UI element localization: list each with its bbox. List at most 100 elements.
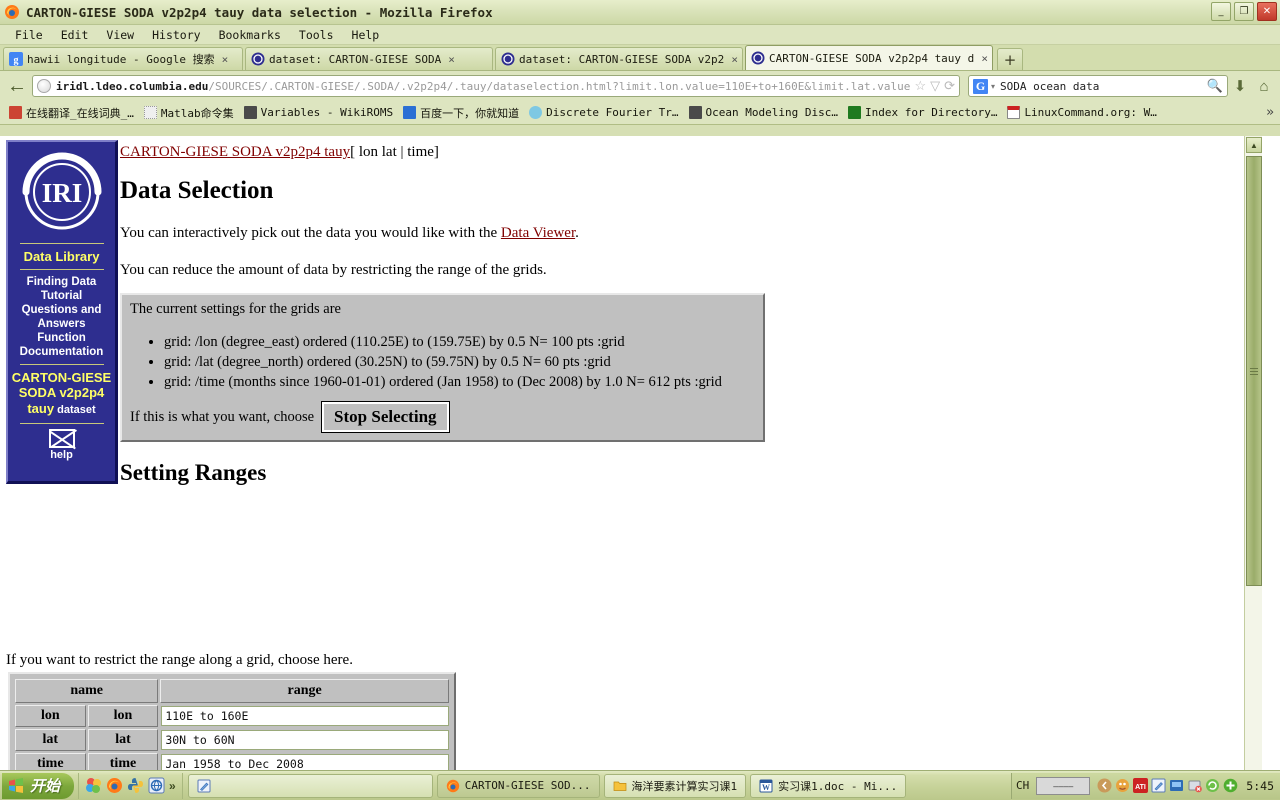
bookmark-item-0[interactable]: 在线翻译_在线词典_… — [4, 105, 139, 121]
scroll-up-arrow-icon[interactable]: ▲ — [1246, 137, 1262, 153]
bookmark-item-4[interactable]: Discrete Fourier Tr… — [524, 106, 683, 119]
breadcrumb: CARTON-GIESE SODA v2p2p4 tauy[ lon lat |… — [120, 136, 1262, 161]
bookmark-item-7[interactable]: LinuxCommand.org: W… — [1002, 106, 1161, 119]
tab-label: dataset: CARTON-GIESE SODA — [269, 52, 442, 66]
sidebar-divider — [19, 269, 104, 270]
new-tab-button[interactable]: + — [997, 48, 1023, 70]
tab-close-icon[interactable]: × — [731, 53, 738, 66]
sidebar-dataset-line3[interactable]: tauy dataset — [8, 400, 115, 418]
tab-close-icon[interactable]: × — [981, 52, 988, 65]
task-button-firefox[interactable]: CARTON-GIESE SOD... — [436, 773, 600, 798]
tab-data-selection[interactable]: CARTON-GIESE SODA v2p2p4 tauy da… × — [745, 45, 993, 70]
chevron-down-icon[interactable]: ▽ — [930, 78, 940, 94]
media-player-icon[interactable] — [85, 777, 102, 794]
envelope-icon[interactable] — [48, 429, 75, 448]
menu-bookmarks[interactable]: Bookmarks — [210, 28, 290, 42]
scrollbar-thumb[interactable] — [1246, 156, 1262, 586]
tray-network-icon[interactable] — [1169, 778, 1184, 793]
scrollbar-grip-icon — [1250, 366, 1258, 377]
google-search-icon[interactable]: G — [973, 78, 988, 94]
bookmark-item-5[interactable]: Ocean Modeling Disc… — [684, 106, 843, 119]
bookmark-star-icon[interactable]: ☆ — [914, 78, 926, 94]
table-header-row: name range — [15, 679, 449, 703]
tray-ati-icon[interactable]: ATI — [1133, 778, 1149, 793]
section-title-setting-ranges: Setting Ranges — [120, 460, 267, 485]
breadcrumb-link[interactable]: CARTON-GIESE SODA v2p2p4 tauy — [120, 144, 350, 160]
tab-label: dataset: CARTON-GIESE SODA v2p2p4 — [519, 52, 725, 66]
row-field-lon — [160, 705, 449, 727]
iri-favicon — [501, 52, 515, 66]
menu-history[interactable]: History — [143, 28, 209, 42]
ime-indicator[interactable]: CH — [1016, 779, 1029, 792]
sidebar-item-tutorial[interactable]: Tutorial — [8, 289, 115, 303]
url-bar[interactable]: iridl.ldeo.columbia.edu/SOURCES/.CARTON-… — [32, 75, 960, 97]
task-button-folder[interactable]: 海洋要素计算实习课1 — [603, 773, 747, 798]
bookmark-item-6[interactable]: Index for Directory… — [843, 106, 1002, 119]
page-scrollbar[interactable]: ▲ — [1244, 136, 1262, 770]
menu-tools[interactable]: Tools — [290, 28, 343, 42]
task-button-label: 海洋要素计算实习课1 — [631, 779, 738, 793]
url-path: /SOURCES/.CARTON-GIESE/.SODA/.v2p2p4/.ta… — [208, 79, 911, 93]
reload-icon[interactable]: ⟳ — [944, 78, 955, 94]
main-document: CARTON-GIESE SODA v2p2p4 tauy[ lon lat |… — [120, 136, 1262, 486]
bookmark-item-2[interactable]: Variables - WikiROMS — [239, 106, 398, 119]
minimize-button[interactable]: _ — [1211, 2, 1231, 21]
tray-collapse-icon[interactable] — [1097, 778, 1112, 793]
start-button-label: 开始 — [30, 779, 61, 795]
back-button-icon[interactable]: ← — [4, 73, 30, 99]
search-icon[interactable]: 🔍 — [1207, 78, 1223, 94]
tab-google-search[interactable]: g hawii longitude - Google 搜索 × — [3, 47, 243, 70]
tray-antivirus-icon[interactable] — [1115, 778, 1130, 793]
menu-help[interactable]: Help — [343, 28, 389, 42]
sidebar-dataset-line2[interactable]: SODA v2p2p4 — [8, 385, 115, 400]
tray-shield-icon[interactable] — [1223, 778, 1238, 793]
sidebar-item-function-documentation[interactable]: Function Documentation — [8, 331, 115, 359]
clock[interactable]: 5:45 — [1246, 779, 1274, 793]
ime-toolbar[interactable]: –––– — [1036, 776, 1091, 795]
data-viewer-link[interactable]: Data Viewer — [501, 225, 575, 241]
task-button-word[interactable]: W 实习课1.doc - Mi... — [750, 773, 907, 798]
start-button[interactable]: 开始 — [2, 772, 75, 799]
bookmark-item-1[interactable]: Matlab命令集 — [139, 105, 239, 121]
download-icon[interactable]: ⬇ — [1228, 77, 1252, 95]
search-bar[interactable]: G ▾ SODA ocean data 🔍 — [968, 75, 1228, 97]
sidebar-help-label[interactable]: help — [8, 449, 115, 461]
page-content: IRI Data Library Finding Data Tutorial Q… — [0, 136, 1262, 770]
tray-removable-disk-icon[interactable] — [1187, 778, 1203, 793]
search-engine-chevron-icon[interactable]: ▾ — [991, 82, 995, 91]
python-icon[interactable] — [127, 777, 144, 794]
search-input[interactable]: SODA ocean data — [1000, 80, 1203, 93]
close-button[interactable]: ✕ — [1257, 2, 1277, 21]
sidebar-item-finding-data[interactable]: Finding Data — [8, 275, 115, 289]
word-icon: W — [759, 779, 773, 793]
firefox-icon[interactable] — [106, 777, 123, 794]
time-range-input[interactable] — [161, 754, 449, 770]
bookmark-label: 百度一下，你就知道 — [420, 106, 520, 120]
tray-pen-icon[interactable] — [1151, 778, 1166, 793]
sidebar-dataset-line1[interactable]: CARTON-GIESE — [8, 370, 115, 385]
browser-icon[interactable] — [148, 777, 165, 794]
iri-logo-icon: IRI — [16, 150, 108, 238]
lat-range-input[interactable] — [161, 730, 449, 750]
row-field-lat — [160, 729, 449, 751]
pen-icon — [197, 779, 211, 793]
tab-close-icon[interactable]: × — [222, 53, 229, 66]
bookmarks-overflow-icon[interactable]: » — [1266, 105, 1280, 120]
tab-close-icon[interactable]: × — [448, 53, 455, 66]
home-icon[interactable]: ⌂ — [1252, 78, 1276, 95]
stop-selecting-button[interactable]: Stop Selecting — [321, 401, 450, 433]
stop-selecting-row: If this is what you want, choose Stop Se… — [130, 401, 755, 433]
quick-launch-overflow-icon[interactable]: » — [169, 779, 176, 793]
lon-range-input[interactable] — [161, 706, 449, 726]
maximize-button[interactable]: ❐ — [1234, 2, 1254, 21]
menu-edit[interactable]: Edit — [52, 28, 98, 42]
task-button-pen[interactable] — [187, 773, 433, 798]
bookmark-label: Matlab命令集 — [160, 106, 234, 120]
bookmark-item-3[interactable]: 百度一下，你就知道 — [398, 105, 524, 121]
menu-file[interactable]: File — [6, 28, 52, 42]
tab-dataset-soda-v2p2p4[interactable]: dataset: CARTON-GIESE SODA v2p2p4 × — [495, 47, 743, 70]
menu-view[interactable]: View — [97, 28, 143, 42]
tab-dataset-soda[interactable]: dataset: CARTON-GIESE SODA × — [245, 47, 493, 70]
sidebar-item-questions-and-answers[interactable]: Questions and Answers — [8, 303, 115, 331]
tray-sync-icon[interactable] — [1205, 778, 1220, 793]
